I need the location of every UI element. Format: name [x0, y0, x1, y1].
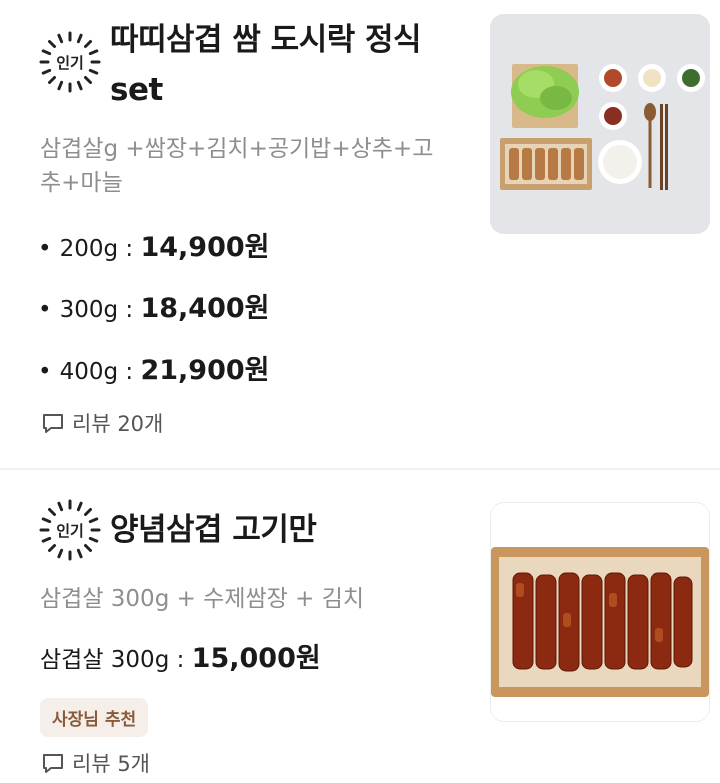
price-value: 15,000원 — [191, 643, 321, 674]
price-option-label: 300g : — [59, 297, 141, 323]
price-option-200g: • 200g : 14,900원 — [38, 225, 269, 264]
review-label: 리뷰 5개 — [72, 752, 150, 776]
bullet: • — [38, 359, 52, 385]
menu-description-line1: 삼겹살g +쌈장+김치+공기밥+상추+고 — [40, 136, 434, 162]
popular-badge: 인기 — [38, 30, 102, 94]
price: 삼겹살 300g : 15,000원 — [40, 636, 321, 675]
price-option-label: 200g : — [59, 236, 141, 262]
marinated-pork-photo — [491, 503, 709, 721]
menu-item-1[interactable]: 인기 따띠삼겹 쌈 도시락 정식 set 삼겹살g +쌈장+김치+공기밥+상추+… — [0, 0, 720, 468]
price-option-label: 400g : — [59, 359, 141, 385]
set-meal-photo — [490, 14, 710, 234]
bullet: • — [38, 236, 52, 262]
review-count[interactable]: 리뷰 20개 — [40, 408, 163, 438]
menu-item-2[interactable]: 인기 양념삼겹 고기만 삼겹살 300g + 수제쌈장 + 김치 삼겹살 300… — [0, 470, 720, 783]
menu-description: 삼겹살 300g + 수제쌈장 + 김치 — [40, 586, 365, 612]
badge-label: 인기 — [56, 521, 84, 540]
price-value: 18,400원 — [140, 293, 270, 324]
review-label: 리뷰 20개 — [72, 412, 164, 436]
price-label: 삼겹살 300g : — [40, 647, 192, 673]
price-option-300g: • 300g : 18,400원 — [38, 286, 269, 325]
price-value: 21,900원 — [140, 355, 270, 386]
review-count[interactable]: 리뷰 5개 — [40, 748, 150, 778]
price-option-400g: • 400g : 21,900원 — [38, 348, 269, 387]
menu-photo[interactable] — [490, 502, 710, 722]
popular-badge: 인기 — [38, 498, 102, 562]
speech-bubble-icon — [43, 414, 63, 433]
menu-description-line2: 추+마늘 — [40, 170, 123, 196]
owner-recommend-tag: 사장님 추천 — [40, 698, 149, 737]
price-value: 14,900원 — [140, 232, 270, 263]
badge-label: 인기 — [56, 53, 84, 72]
menu-title-line1: 따띠삼겹 쌈 도시락 정식 — [110, 22, 422, 58]
menu-photo[interactable] — [490, 14, 710, 234]
bullet: • — [38, 297, 52, 323]
speech-bubble-icon — [43, 754, 63, 773]
menu-title-line2: set — [110, 72, 163, 108]
menu-title: 양념삼겹 고기만 — [110, 512, 317, 548]
